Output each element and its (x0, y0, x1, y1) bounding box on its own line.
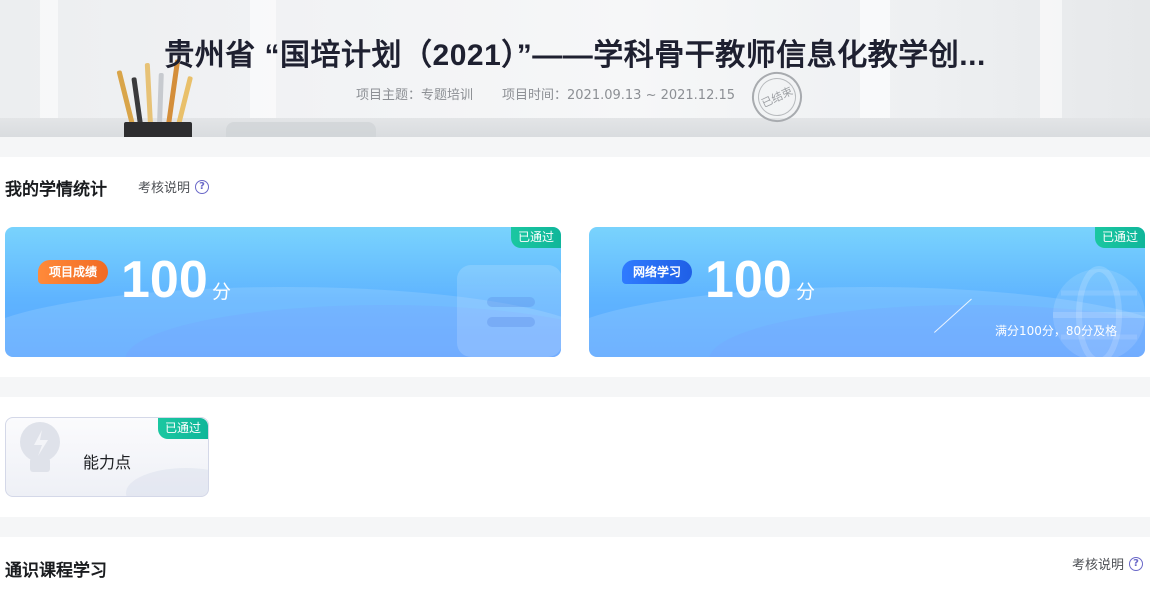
project-score-value: 100 (121, 251, 208, 309)
online-learning-unit: 分 (796, 281, 816, 303)
ability-section: 能力点 已通过 (0, 397, 1150, 517)
stats-explain-link[interactable]: 考核说明 ? (138, 177, 210, 196)
document-icon (457, 259, 561, 357)
stats-title: 我的学情统计 (5, 180, 107, 200)
ability-point-card[interactable]: 能力点 已通过 (5, 417, 209, 497)
passed-badge: 已通过 (510, 227, 561, 248)
learning-stats-section: 我的学情统计 考核说明 ? 项目成绩 100 分 已通过 网络学习 100 分 (0, 157, 1150, 377)
course-explain-label: 考核说明 (1072, 558, 1125, 573)
project-score-tag: 项目成绩 (38, 260, 109, 284)
project-score-unit: 分 (212, 281, 232, 303)
help-circle-icon: ? (1129, 556, 1144, 571)
passed-badge: 已通过 (157, 418, 208, 439)
project-score-card[interactable]: 项目成绩 100 分 已通过 (5, 227, 561, 357)
lightbulb-icon (20, 422, 60, 472)
globe-icon (1053, 266, 1145, 357)
passed-badge: 已通过 (1094, 227, 1145, 248)
pencil-cup-image (116, 59, 194, 137)
project-banner: 贵州省 “国培计划（2021）”——学科骨干教师信息化教学创... 项目主题：专… (0, 0, 1150, 137)
online-learning-tag: 网络学习 (622, 260, 693, 284)
course-title: 通识课程学习 (5, 561, 107, 581)
pass-rule-text: 满分100分，80分及格 (995, 324, 1118, 338)
ability-point-label: 能力点 (83, 453, 132, 472)
general-course-section: 通识课程学习 考核说明 ? (0, 537, 1150, 615)
project-topic: 项目主题：专题培训 (356, 88, 474, 103)
online-learning-score: 100 (705, 251, 792, 309)
project-title: 贵州省 “国培计划（2021）”——学科骨干教师信息化教学创... (164, 39, 986, 72)
course-explain-link[interactable]: 考核说明 ? (1072, 554, 1144, 573)
help-circle-icon: ? (195, 179, 210, 194)
project-period: 项目时间：2021.09.13 ~ 2021.12.15 (502, 88, 736, 103)
stats-explain-label: 考核说明 (138, 181, 191, 196)
online-learning-card[interactable]: 网络学习 100 分 满分100分，80分及格 已通过 (589, 227, 1145, 357)
